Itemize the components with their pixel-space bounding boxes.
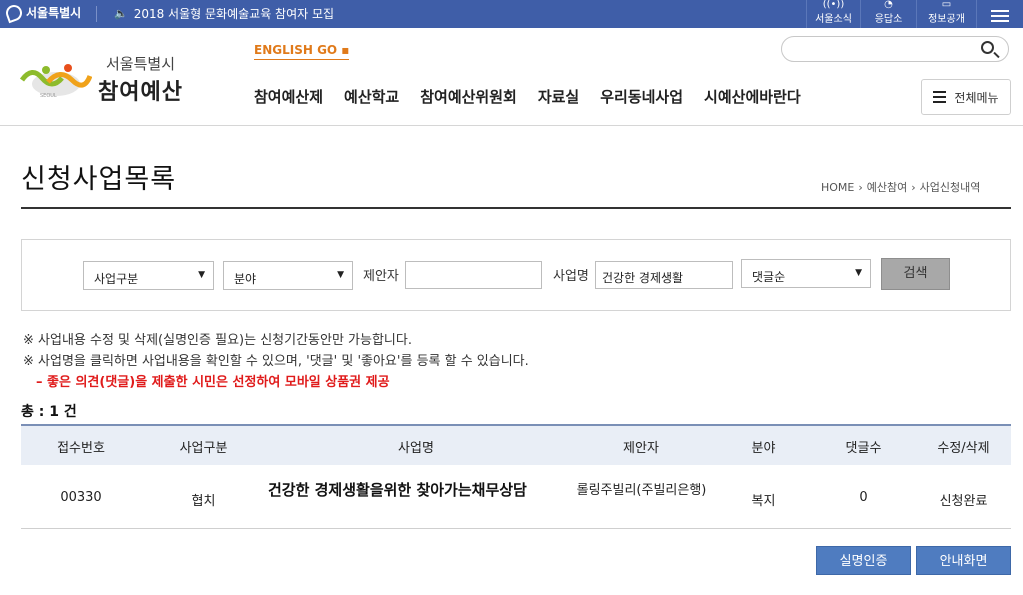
header-receipt-no: 접수번호 <box>57 441 105 456</box>
breadcrumb-current: 사업신청내역 <box>919 181 981 194</box>
breadcrumb-budget[interactable]: 예산참여 <box>867 181 907 194</box>
notice-reward: – 좋은 의견(댓글)을 제출한 시민은 선정하여 모바일 상품권 제공 <box>36 375 390 390</box>
english-link[interactable]: ENGLISH GO ▪ <box>254 43 350 60</box>
notice-edit: ※ 사업내용 수정 및 삭제(실명인증 필요)는 신청기간동안만 가능합니다. <box>23 333 412 348</box>
info-disclosure-link[interactable]: ▭ 정보공개 <box>916 0 976 28</box>
english-label: ENGLISH GO <box>254 43 338 57</box>
nav-item-budget-school[interactable]: 예산학교 <box>344 86 399 107</box>
chat-icon: ◔ <box>884 0 893 10</box>
search-filter-box: 사업구분 분야 제안자 사업명 건강한 경제생활 댓글순 검색 <box>21 239 1011 311</box>
table-row: 00330 협치 건강한 경제생활을위한 찾아가는채무상담 롤링주빌리(주빌리은… <box>21 465 1011 529</box>
response-center-label: 응답소 <box>874 14 903 25</box>
top-bar: 서울특별시 🔈 2018 서울형 문화예술교육 참여자 모집 ((•)) 서울소… <box>0 0 1023 28</box>
seoul-news-link[interactable]: ((•)) 서울소식 <box>806 0 860 28</box>
header-search <box>781 36 1009 62</box>
menu-icon <box>991 10 1009 22</box>
svg-text:SEOUL: SEOUL <box>40 93 57 98</box>
notice-link[interactable]: 🔈 2018 서울형 문화예술교육 참여자 모집 <box>114 5 334 22</box>
receipt-no-cell: 00330 <box>60 490 102 505</box>
notice-click: ※ 사업명을 클릭하면 사업내용을 확인할 수 있으며, '댓글' 및 '좋아요… <box>23 354 529 369</box>
nav-item-budget-system[interactable]: 참여예산제 <box>254 86 323 107</box>
breadcrumb-home[interactable]: HOME <box>821 181 854 194</box>
status-cell: 신청완료 <box>939 494 988 509</box>
search-icon[interactable] <box>981 41 994 54</box>
response-center-link[interactable]: ◔ 응답소 <box>860 0 916 28</box>
sort-select[interactable]: 댓글순 <box>741 259 871 288</box>
breadcrumb: HOME › 예산참여 › 사업신청내역 <box>821 179 980 195</box>
project-name-link[interactable]: 건강한 경제생활을위한 찾아가는채무상담 <box>268 482 568 498</box>
page-title: 신청사업목록 <box>21 164 177 195</box>
guide-screen-button[interactable]: 안내화면 <box>916 546 1011 575</box>
participatory-budget-logo-icon[interactable]: SEOUL <box>20 58 92 98</box>
proposer-label: 제안자 <box>363 269 399 284</box>
divider <box>96 6 97 22</box>
notice-text: 2018 서울형 문화예술교육 참여자 모집 <box>133 7 335 21</box>
broadcast-icon: ((•)) <box>822 0 845 10</box>
header-proposer: 제안자 <box>623 441 659 456</box>
nav-item-city-budget[interactable]: 시예산에바란다 <box>704 86 801 107</box>
nav-item-neighborhood[interactable]: 우리동네사업 <box>600 86 683 107</box>
site-header: SEOUL 서울특별시 참여예산 ENGLISH GO ▪ 참여예산제 예산학교… <box>0 28 1023 126</box>
field-select[interactable]: 분야 <box>223 261 353 290</box>
comments-cell: 0 <box>859 490 868 505</box>
sort-select-value: 댓글순 <box>752 270 786 284</box>
proposer-cell: 롤링주빌리(주빌리은행) <box>576 483 707 498</box>
real-name-auth-button[interactable]: 실명인증 <box>816 546 911 575</box>
field-cell: 복지 <box>751 494 776 509</box>
main-nav: 참여예산제 예산학교 참여예산위원회 자료실 우리동네사업 시예산에바란다 <box>254 86 822 107</box>
logo-subtitle: 서울특별시 <box>106 55 176 73</box>
nav-item-resources[interactable]: 자료실 <box>538 86 579 107</box>
speaker-icon: 🔈 <box>114 7 128 20</box>
search-input[interactable] <box>794 40 974 58</box>
chevron-right-icon: › <box>911 181 916 194</box>
category-select[interactable]: 사업구분 <box>83 261 214 290</box>
seoul-brand-link[interactable]: 서울특별시 <box>3 2 82 23</box>
header-project-name: 사업명 <box>398 441 434 456</box>
total-count: 총 : 1 건 <box>21 404 77 420</box>
all-menu-label: 전체메뉴 <box>954 90 999 105</box>
proposer-input[interactable] <box>405 261 542 289</box>
nav-item-committee[interactable]: 참여예산위원회 <box>420 86 517 107</box>
document-icon: ▭ <box>941 0 952 10</box>
header-edit-delete: 수정/삭제 <box>937 441 990 456</box>
hamburger-icon <box>933 91 947 103</box>
site-menu-button[interactable] <box>976 0 1023 28</box>
header-comments: 댓글수 <box>845 441 882 456</box>
project-name-input[interactable]: 건강한 경제생활 <box>595 261 733 289</box>
project-name-label: 사업명 <box>553 269 589 284</box>
logo-title[interactable]: 참여예산 <box>98 74 183 106</box>
search-button[interactable]: 검색 <box>881 258 950 290</box>
all-menu-button[interactable]: 전체메뉴 <box>921 79 1011 115</box>
header-field: 분야 <box>751 441 776 456</box>
table-header: 접수번호 사업구분 사업명 제안자 분야 댓글수 수정/삭제 <box>21 424 1011 465</box>
category-select-value: 사업구분 <box>94 272 139 286</box>
chevron-right-icon: › <box>858 181 863 194</box>
info-disclosure-label: 정보공개 <box>928 14 965 25</box>
seoul-logo-icon <box>3 2 25 23</box>
type-cell: 협치 <box>191 494 216 509</box>
seoul-news-label: 서울소식 <box>815 14 852 25</box>
seoul-brand-label: 서울특별시 <box>26 6 82 20</box>
field-select-value: 분야 <box>234 272 257 286</box>
header-type: 사업구분 <box>179 441 228 456</box>
title-divider <box>21 207 1011 209</box>
